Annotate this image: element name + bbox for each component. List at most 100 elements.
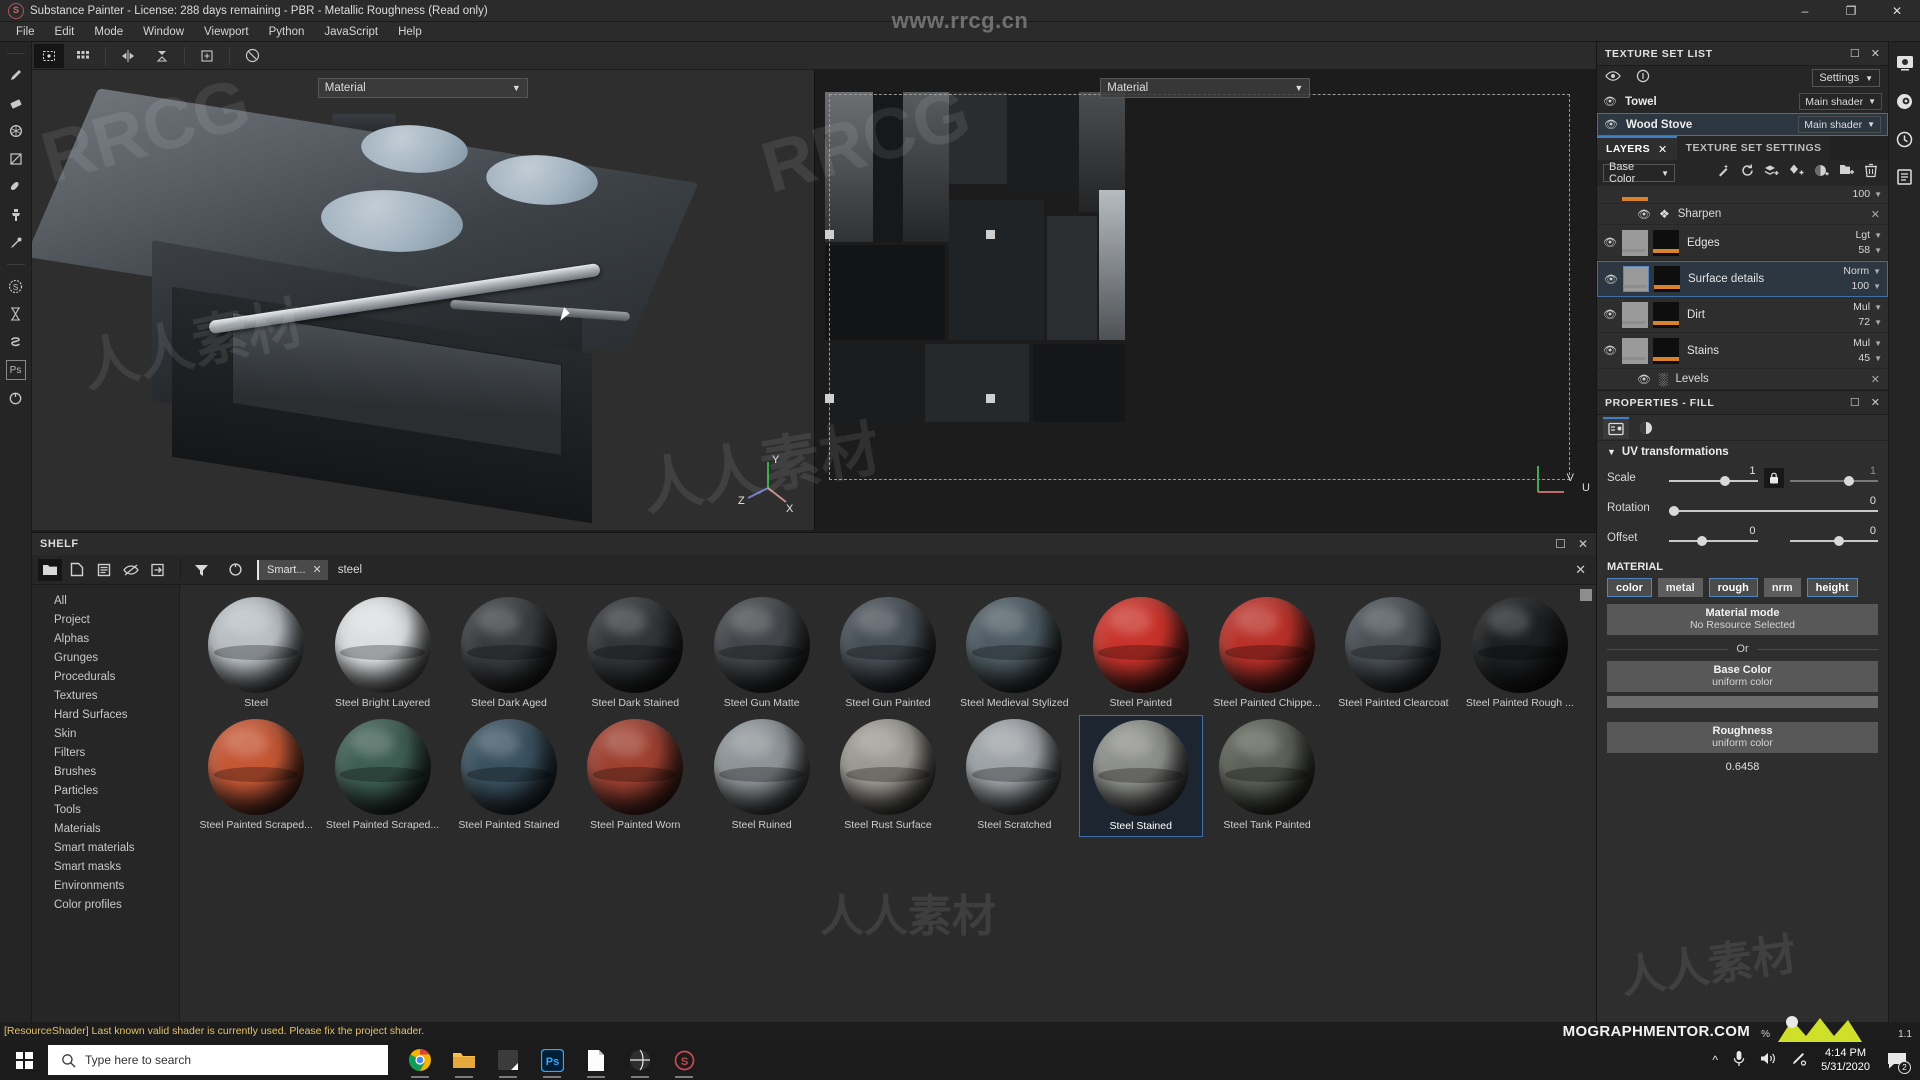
menu-python[interactable]: Python — [259, 24, 315, 40]
search-clear-icon[interactable]: ✕ — [1575, 562, 1586, 578]
layer-row[interactable]: 👁 Edges Lgt ▼ 58 ▼ — [1597, 225, 1888, 261]
offset-slider-u[interactable]: 0 — [1669, 525, 1758, 549]
substance-icon[interactable]: S — [664, 1040, 704, 1080]
close-icon[interactable]: ✕ — [313, 563, 322, 576]
shelf-material-cell[interactable]: Steel Ruined — [699, 715, 823, 837]
shelf-category-materials[interactable]: Materials — [54, 821, 179, 837]
layer-opacity[interactable]: 72 ▼ — [1853, 315, 1882, 330]
layer-blend-mode[interactable]: Norm ▼ — [1843, 264, 1881, 279]
info-icon[interactable] — [1636, 69, 1650, 88]
uv-transform-section[interactable]: ▼ UV transformations — [1597, 441, 1888, 463]
save-list-icon[interactable] — [92, 559, 116, 581]
uv-handle-bottom-center[interactable] — [985, 394, 995, 403]
chevron-up-icon[interactable]: ^ — [1712, 1053, 1718, 1067]
shader-dropdown[interactable]: Main shader ▼ — [1799, 93, 1882, 110]
shelf-search-input[interactable]: steel — [338, 564, 362, 576]
shelf-category-tools[interactable]: Tools — [54, 802, 179, 818]
properties-tab-fill[interactable] — [1603, 416, 1629, 439]
hide-icon[interactable] — [119, 559, 143, 581]
log-notes-icon[interactable] — [1894, 166, 1916, 188]
shelf-material-cell[interactable]: Steel Gun Matte — [699, 593, 823, 713]
shelf-material-cell[interactable]: Steel Painted Scraped... — [320, 715, 444, 837]
viewport-2d-uv[interactable]: Material ▼ V U — [813, 70, 1596, 530]
taskbar-search[interactable]: Type here to search — [48, 1045, 388, 1075]
tab-layers[interactable]: LAYERS ✕ — [1597, 136, 1677, 160]
maximize-button[interactable]: ❐ — [1828, 0, 1874, 22]
float-panel-icon[interactable]: ☐ — [1850, 47, 1860, 60]
paint-brush-icon[interactable] — [3, 61, 29, 89]
microphone-icon[interactable] — [1732, 1050, 1746, 1070]
selection-tool-icon[interactable] — [34, 43, 64, 68]
shelf-material-cell[interactable]: Steel Stained — [1078, 715, 1203, 837]
menu-help[interactable]: Help — [388, 24, 432, 40]
shelf-material-cell[interactable]: Steel Scratched — [952, 715, 1076, 837]
float-panel-icon[interactable]: ☐ — [1850, 396, 1860, 409]
magic-wand-icon[interactable] — [1716, 163, 1731, 183]
material-channel-nrm[interactable]: nrm — [1763, 578, 1801, 597]
folder-icon[interactable] — [38, 558, 62, 581]
uv-handle-top-left[interactable] — [824, 230, 834, 239]
layer-opacity[interactable]: 58 ▼ — [1855, 243, 1882, 258]
base-color-box[interactable]: Base Color uniform color — [1607, 661, 1878, 692]
slider-knob[interactable] — [1844, 476, 1855, 486]
shelf-material-cell[interactable]: Steel Painted Scraped... — [194, 715, 318, 837]
shelf-category-textures[interactable]: Textures — [54, 688, 179, 704]
remove-effect-icon[interactable]: ✕ — [1871, 373, 1888, 386]
layer-row[interactable]: 👁 Dirt Mul ▼ 72 ▼ — [1597, 297, 1888, 333]
menu-file[interactable]: File — [6, 24, 45, 40]
rotation-slider[interactable]: 0 — [1669, 495, 1878, 519]
grid-layout-icon[interactable] — [68, 44, 98, 68]
visibility-all-icon[interactable] — [1605, 69, 1622, 87]
shelf-material-cell[interactable]: Steel Painted Worn — [573, 715, 697, 837]
start-button[interactable] — [0, 1040, 48, 1080]
hourglass-icon[interactable] — [3, 300, 29, 328]
close-panel-icon[interactable]: ✕ — [1871, 47, 1880, 60]
shelf-material-cell[interactable]: Steel Dark Stained — [573, 593, 697, 713]
speaker-icon[interactable] — [1760, 1051, 1777, 1069]
import-icon[interactable] — [146, 559, 170, 581]
base-color-swatch[interactable] — [1607, 696, 1878, 708]
substance-launcher-icon[interactable] — [3, 328, 29, 356]
shelf-material-cell[interactable]: Steel — [194, 593, 318, 713]
shelf-material-cell[interactable]: Steel Gun Painted — [826, 593, 950, 713]
add-fill-mask-icon[interactable] — [1789, 163, 1805, 183]
shader-dropdown[interactable]: Main shader ▼ — [1798, 116, 1881, 133]
visibility-eye-icon[interactable]: 👁 — [1637, 208, 1651, 221]
minimize-button[interactable]: – — [1782, 0, 1828, 22]
notification-center-icon[interactable]: 2 — [1884, 1047, 1911, 1074]
shelf-category-color-profiles[interactable]: Color profiles — [54, 897, 179, 913]
shelf-material-cell[interactable]: Steel Bright Layered — [320, 593, 444, 713]
material-mode-box[interactable]: Material mode No Resource Selected — [1607, 604, 1878, 635]
texture-set-row[interactable]: 👁 Towel Main shader ▼ — [1597, 90, 1888, 113]
layer-opacity[interactable]: 45 ▼ — [1853, 351, 1882, 366]
photoshop-link-icon[interactable]: Ps — [5, 360, 26, 380]
display-settings-icon[interactable] — [1894, 90, 1916, 112]
viewport-3d-material-dropdown[interactable]: Material ▼ — [317, 78, 528, 98]
uv-handle-bottom-left[interactable] — [824, 394, 834, 403]
shelf-category-environments[interactable]: Environments — [54, 878, 179, 894]
shelf-material-cell[interactable]: Steel Painted Stained — [447, 715, 571, 837]
texture-set-settings-button[interactable]: Settings ▼ — [1812, 69, 1880, 87]
menu-viewport[interactable]: Viewport — [194, 24, 259, 40]
slider-knob[interactable] — [1697, 536, 1708, 546]
material-channel-metal[interactable]: metal — [1657, 578, 1703, 597]
add-paint-layer-icon[interactable] — [1740, 163, 1755, 183]
offset-slider-v[interactable]: 0 — [1789, 525, 1878, 549]
layer-thumbnail[interactable] — [1622, 229, 1648, 256]
menu-javascript[interactable]: JavaScript — [314, 24, 388, 40]
visibility-eye-icon[interactable]: 👁 — [1603, 344, 1617, 357]
visibility-eye-icon[interactable]: 👁 — [1603, 95, 1617, 108]
shelf-material-cell[interactable]: Steel Painted Rough ... — [1458, 593, 1582, 713]
shelf-material-cell[interactable]: Steel Tank Painted — [1205, 715, 1329, 837]
eyedropper-icon[interactable] — [3, 229, 29, 257]
visibility-eye-icon[interactable]: 👁 — [1603, 308, 1617, 321]
menu-window[interactable]: Window — [133, 24, 194, 40]
layer-blend-mode[interactable]: Lgt ▼ — [1855, 228, 1882, 243]
eraser-icon[interactable] — [3, 89, 29, 117]
layer-effect-row[interactable]: 👁 ❖ Sharpen ✕ — [1597, 204, 1888, 225]
scale-slider-u[interactable]: 1 — [1669, 465, 1758, 489]
uv-handle-top-center[interactable] — [985, 230, 995, 239]
layer-blend-mode[interactable]: Mul ▼ — [1853, 300, 1882, 315]
add-center-icon[interactable] — [192, 44, 222, 68]
visibility-eye-icon[interactable]: 👁 — [1603, 236, 1617, 249]
